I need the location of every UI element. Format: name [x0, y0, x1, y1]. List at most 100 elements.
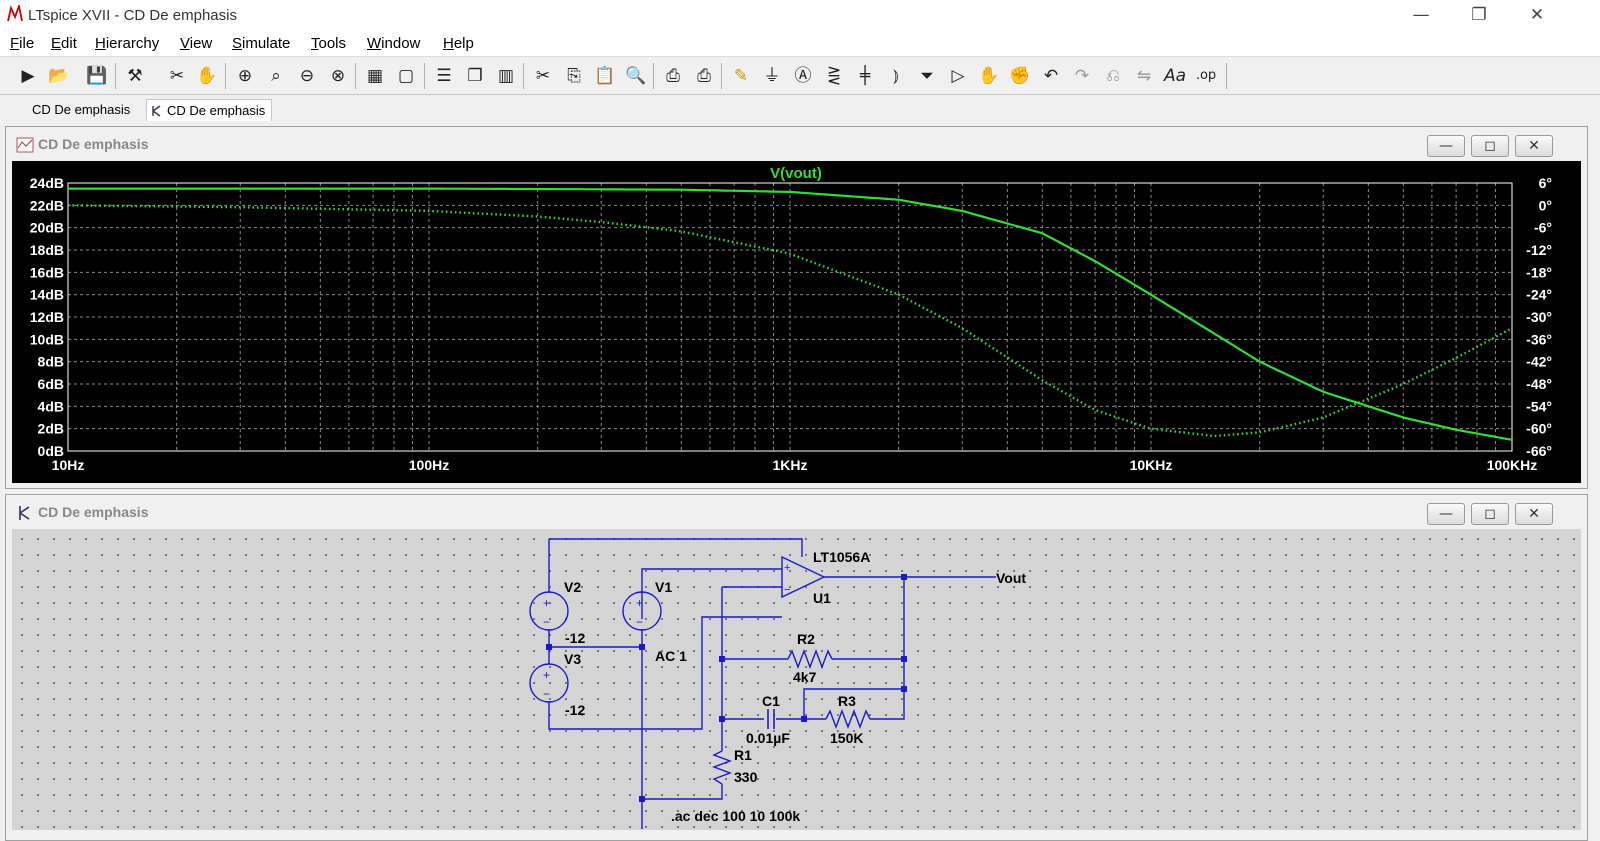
restore-button[interactable]: ❐: [1450, 0, 1508, 30]
schematic-minimize-button[interactable]: —: [1427, 503, 1465, 525]
label-r2[interactable]: R2: [797, 631, 815, 647]
undo-icon[interactable]: ↶: [1039, 64, 1063, 88]
trace-title[interactable]: V(vout): [770, 165, 822, 182]
menu-help[interactable]: Help: [443, 35, 474, 52]
minimize-button[interactable]: —: [1392, 0, 1450, 30]
plot-maximize-button[interactable]: ◻: [1471, 135, 1509, 157]
schematic-window-title: CD De emphasis: [38, 504, 149, 520]
waveform-plot[interactable]: V(vout) 24dB 6° 22dB 0° 20dB -6° 18dB -12° 16dB -…: [12, 161, 1581, 483]
svg-text:−: −: [543, 687, 550, 701]
value-v3[interactable]: -12: [565, 702, 585, 718]
label-v2[interactable]: V2: [564, 579, 581, 595]
plot-minimize-button[interactable]: —: [1427, 135, 1465, 157]
bode-plot-svg: V(vout) 24dB 6° 22dB 0° 20dB -6° 18dB -12° 16dB -…: [30, 165, 1552, 473]
menu-edit[interactable]: Edit: [51, 35, 77, 52]
zoom-cancel-icon[interactable]: ⊗: [326, 64, 350, 88]
spice-directive-icon[interactable]: .op: [1194, 64, 1218, 88]
run-icon[interactable]: ▶: [16, 64, 40, 88]
y-right-tick-label: -24°: [1526, 287, 1552, 303]
schematic-close-button[interactable]: ✕: [1515, 503, 1553, 525]
mark-unconnected-icon[interactable]: ▢: [394, 64, 418, 88]
menu-tools[interactable]: Tools: [311, 35, 346, 52]
schematic-maximize-button[interactable]: ◻: [1471, 503, 1509, 525]
label-u1-model[interactable]: LT1056A: [813, 549, 870, 565]
find-icon[interactable]: 🔍: [624, 64, 648, 88]
copy-icon[interactable]: ⎘: [562, 64, 586, 88]
paste-icon[interactable]: 📋: [593, 64, 617, 88]
y-right-tick-label: -36°: [1526, 331, 1552, 347]
tile-horizontal-icon[interactable]: ☰: [432, 64, 456, 88]
pan-icon[interactable]: ✋: [195, 64, 219, 88]
label-c1[interactable]: C1: [762, 693, 780, 709]
svg-text:+: +: [543, 668, 550, 682]
autorange-icon[interactable]: ▦: [363, 64, 387, 88]
redo-icon[interactable]: ↷: [1070, 64, 1094, 88]
y-left-tick-label: 16dB: [30, 264, 64, 280]
close-button[interactable]: ✕: [1508, 0, 1566, 30]
mirror-icon[interactable]: ⇋: [1132, 64, 1156, 88]
text-icon[interactable]: Aa: [1163, 64, 1187, 88]
x-tick-label: 100KHz: [1487, 457, 1538, 473]
label-v1[interactable]: V1: [655, 579, 672, 595]
tab-schematic[interactable]: CD De emphasis: [146, 99, 273, 121]
plot-window-title: CD De emphasis: [38, 136, 149, 152]
drag-icon[interactable]: ✊: [1008, 64, 1032, 88]
plot-window-header: CD De emphasis — ◻ ✕: [6, 127, 1587, 161]
label-r3[interactable]: R3: [838, 693, 856, 709]
move-icon[interactable]: ✋: [977, 64, 1001, 88]
diode-icon[interactable]: ⏷: [915, 64, 939, 88]
label-v3[interactable]: V3: [564, 651, 581, 667]
resistor-icon[interactable]: ⋛: [822, 64, 846, 88]
print-icon[interactable]: ⎙: [661, 64, 685, 88]
component-icon[interactable]: ▷: [946, 64, 970, 88]
y-right-tick-label: -42°: [1526, 354, 1552, 370]
x-tick-label: 1KHz: [772, 457, 807, 473]
value-r3[interactable]: 150K: [830, 730, 863, 746]
y-right-tick-label: -6°: [1534, 220, 1552, 236]
open-icon[interactable]: 📂: [47, 64, 71, 88]
halt-icon[interactable]: ✂: [165, 64, 189, 88]
ltspice-app-icon: [7, 5, 23, 22]
zoom-extents-icon[interactable]: ⌕: [264, 64, 288, 88]
wire-icon[interactable]: ✎: [729, 64, 753, 88]
net-label-vout[interactable]: Vout: [996, 570, 1026, 586]
save-icon[interactable]: 💾: [85, 64, 109, 88]
resistor-r3[interactable]: [825, 709, 871, 729]
zoom-in-icon[interactable]: ⊕: [233, 64, 257, 88]
voltage-source-v3[interactable]: + −: [529, 663, 569, 703]
resistor-r1[interactable]: [712, 750, 732, 785]
schematic-canvas[interactable]: + − + − + − + − V2 -12 V3 -12 V1 AC 1 LT…: [12, 529, 1581, 830]
opamp-inverting-pin: −: [784, 584, 790, 596]
menu-file[interactable]: File: [10, 35, 34, 52]
print-setup-icon[interactable]: ⎙: [692, 64, 716, 88]
plot-close-button[interactable]: ✕: [1515, 135, 1553, 157]
value-c1[interactable]: 0.01µF: [746, 730, 790, 746]
menu-simulate[interactable]: Simulate: [232, 35, 290, 52]
value-v2[interactable]: -12: [565, 630, 585, 646]
cut-icon[interactable]: ✂: [531, 64, 555, 88]
schematic-tab-icon: [152, 105, 161, 117]
menu-window[interactable]: Window: [367, 35, 420, 52]
value-r1[interactable]: 330: [734, 769, 758, 785]
tile-vertical-icon[interactable]: ▥: [494, 64, 518, 88]
spice-directive[interactable]: .ac dec 100 10 100k: [671, 808, 800, 824]
label-net-icon[interactable]: Ⓐ: [791, 64, 815, 88]
ground-icon[interactable]: ⏚: [760, 64, 784, 88]
zoom-out-icon[interactable]: ⊖: [295, 64, 319, 88]
value-v1[interactable]: AC 1: [655, 648, 687, 664]
menu-view[interactable]: View: [180, 35, 212, 52]
label-u1[interactable]: U1: [813, 590, 831, 606]
value-r2[interactable]: 4k7: [793, 669, 817, 685]
rotate-icon[interactable]: ⎌: [1101, 64, 1125, 88]
inductor-icon[interactable]: ⦆: [884, 64, 908, 88]
capacitor-c1[interactable]: [767, 709, 775, 729]
resistor-r2[interactable]: [787, 649, 833, 669]
title-bar: LTspice XVII - CD De emphasis — ❐ ✕: [0, 0, 1600, 30]
cascade-icon[interactable]: ❐: [463, 64, 487, 88]
control-panel-icon[interactable]: ⚒: [123, 64, 147, 88]
label-r1[interactable]: R1: [734, 747, 752, 763]
tab-plot[interactable]: CD De emphasis: [26, 99, 136, 121]
menu-hierarchy[interactable]: Hierarchy: [95, 35, 159, 52]
capacitor-icon[interactable]: ╪: [853, 64, 877, 88]
voltage-source-v2[interactable]: + −: [529, 591, 569, 631]
